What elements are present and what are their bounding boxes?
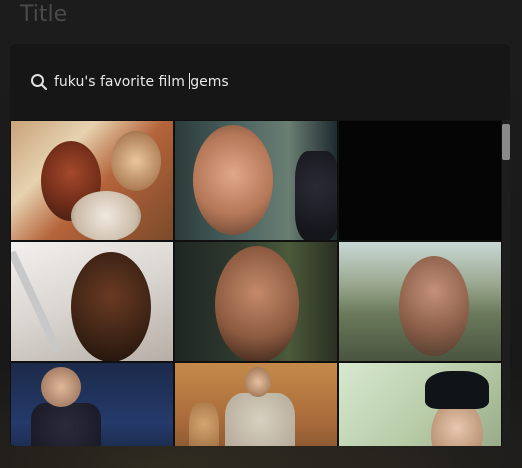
gif-result-7[interactable] [10,362,174,446]
gif-result-9[interactable] [338,362,502,446]
gif-thumbnail-figure [71,191,141,240]
gif-thumbnail-figure [41,367,81,407]
gif-result-3[interactable] [338,120,502,241]
search-text-before-caret: fuku's favorite film [54,74,190,90]
gif-thumbnail-figure [111,131,161,191]
gif-thumbnail-figure [193,125,273,235]
background-title: Title [20,2,68,27]
gif-thumbnail-figure [225,393,295,446]
search-bar[interactable]: fuku's favorite film gems [10,44,510,120]
gif-grid [10,120,502,446]
gif-results[interactable] [10,120,510,446]
scrollbar[interactable] [502,120,510,446]
page: Title fuku's favorite film gems [0,0,522,468]
search-input[interactable]: fuku's favorite film gems [54,70,484,94]
scrollbar-thumb[interactable] [502,124,510,160]
gif-thumbnail-sword [11,250,62,354]
search-text-after-caret: gems [190,74,229,90]
gif-thumbnail-figure [189,403,219,446]
gif-result-6[interactable] [338,241,502,362]
gif-result-5[interactable] [174,241,338,362]
gif-thumbnail-hat [425,371,489,409]
gif-thumbnail-figure [31,403,101,446]
gif-thumbnail-figure [215,246,299,361]
gif-thumbnail-figure [245,367,271,397]
gif-result-1[interactable] [10,120,174,241]
gif-thumbnail-figure [399,256,469,356]
gif-thumbnail-figure [295,151,337,240]
gif-thumbnail-figure [71,252,151,361]
gif-picker-modal: fuku's favorite film gems [10,44,510,446]
gif-result-2[interactable] [174,120,338,241]
gif-result-8[interactable] [174,362,338,446]
search-icon [30,73,48,91]
gif-result-4[interactable] [10,241,174,362]
